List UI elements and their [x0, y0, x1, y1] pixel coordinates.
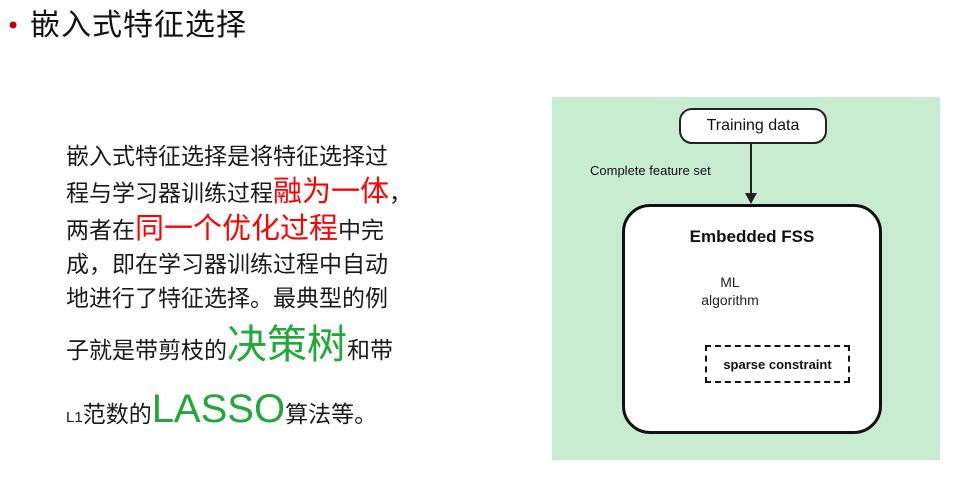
sparse-constraint-box: sparse constraint	[705, 345, 850, 383]
emphasis-green-text: LASSO	[151, 387, 286, 431]
body-line-1: 嵌入式特征选择是将特征选择过	[66, 140, 466, 174]
body-text-segment: 中完	[338, 218, 385, 244]
slide-title: 嵌入式特征选择	[30, 8, 247, 43]
body-text-segment: 嵌入式特征选择是将特征选择过	[66, 144, 388, 170]
body-line-7: L1范数的LASSO算法等。	[66, 380, 466, 447]
emphasis-red-text: 同一个优化过程	[135, 211, 339, 245]
ml-algorithm-label: ML algorithm	[685, 273, 775, 309]
body-line-4: 成，即在学习器训练过程中自动	[66, 248, 466, 282]
bullet-icon: •	[6, 12, 21, 40]
body-text-segment: 地进行了特征选择。最典型的例	[66, 286, 388, 312]
embedded-fss-diagram: Training data Complete feature set Embed…	[552, 97, 940, 460]
arrow-shaft	[750, 144, 752, 196]
ml-label-line-1: ML	[720, 274, 740, 290]
body-paragraph: 嵌入式特征选择是将特征选择过 程与学习器训练过程融为一体， 两者在同一个优化过程…	[66, 140, 466, 447]
arrow-down-icon	[745, 193, 757, 204]
emphasis-green-text: 决策树	[227, 322, 347, 368]
body-text-segment: 范数的	[82, 402, 152, 428]
body-text-segment: 和带	[347, 338, 393, 364]
ml-label-line-2: algorithm	[701, 292, 759, 308]
body-line-6: 子就是带剪枝的决策树和带	[66, 316, 466, 380]
embedded-fss-box: Embedded FSS ML algorithm sparse constra…	[622, 204, 882, 434]
fss-title: Embedded FSS	[689, 227, 815, 246]
body-text-segment: 子就是带剪枝的	[66, 338, 227, 364]
feature-set-label: Complete feature set	[590, 163, 711, 178]
emphasis-red-text: 融为一体	[273, 174, 390, 208]
body-text-segment: ，	[389, 181, 413, 207]
body-line-5: 地进行了特征选择。最典型的例	[66, 282, 466, 316]
training-data-box: Training data	[679, 108, 827, 144]
slide-title-row: • 嵌入式特征选择	[6, 6, 247, 46]
body-text-segment: 成，即在学习器训练过程中自动	[66, 252, 388, 278]
body-text-segment: 算法等。	[285, 402, 378, 428]
body-line-3: 两者在同一个优化过程中完	[66, 211, 466, 248]
body-line-2: 程与学习器训练过程融为一体，	[66, 174, 466, 211]
body-text-segment: 程与学习器训练过程	[66, 181, 273, 207]
body-text-segment: 两者在	[66, 218, 135, 244]
body-text-segment: L1	[66, 409, 83, 426]
